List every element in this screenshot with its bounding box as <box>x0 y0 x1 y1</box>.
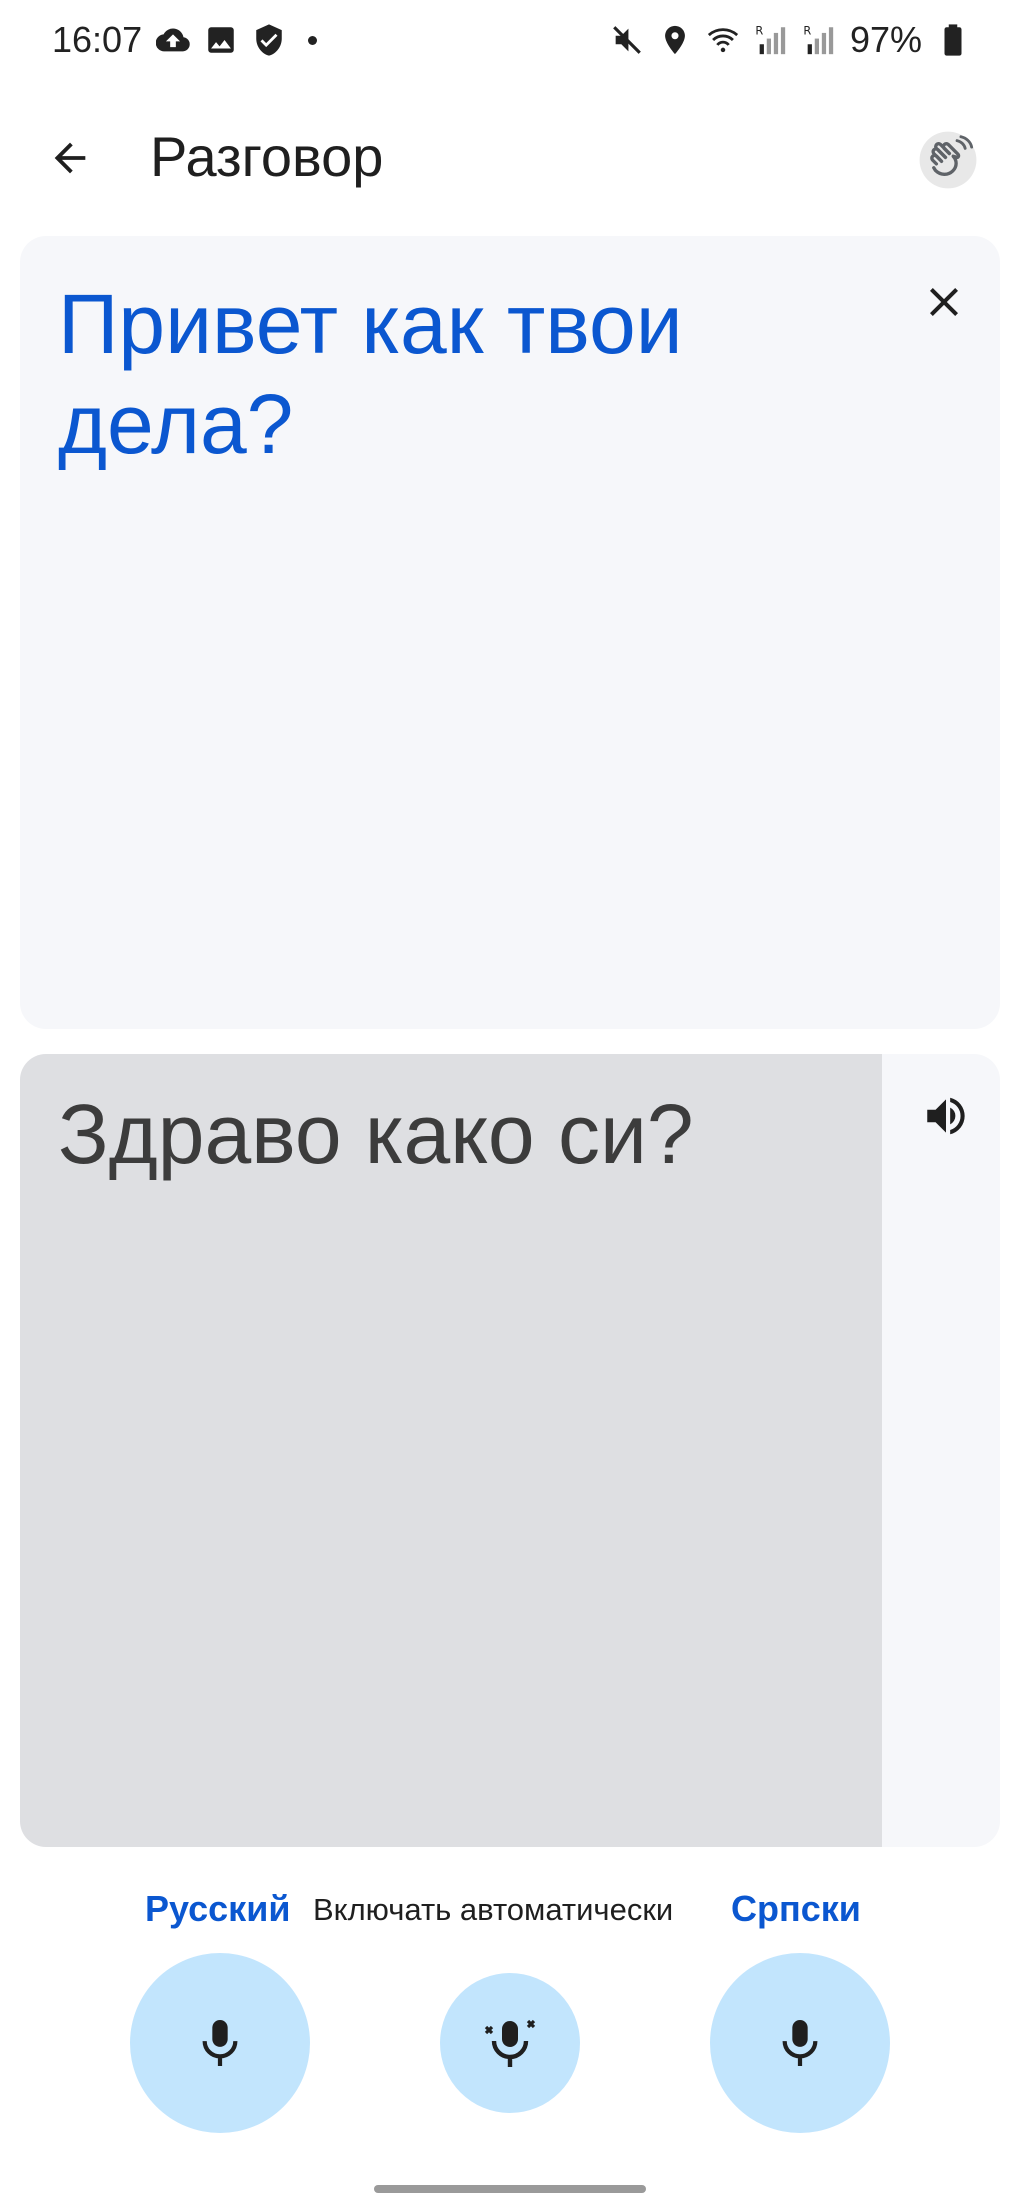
auto-mode-label[interactable]: Включать автоматически <box>313 1892 673 1928</box>
close-icon <box>930 288 958 316</box>
target-card: Здраво како си? <box>20 1054 1000 1847</box>
status-bar: 16:07 R R 97% <box>0 0 1020 80</box>
source-language-label[interactable]: Русский <box>145 1888 290 1930</box>
status-time: 16:07 <box>52 19 143 60</box>
shield-check-icon <box>252 23 286 57</box>
close-button[interactable] <box>914 272 974 332</box>
home-indicator[interactable] <box>374 2185 646 2193</box>
battery-icon <box>936 23 970 57</box>
target-text[interactable]: Здраво како си? <box>58 1084 858 1184</box>
signal-r-icon: R <box>802 23 836 57</box>
svg-text:R: R <box>755 23 763 37</box>
back-button[interactable] <box>40 128 100 188</box>
signal-r-icon: R <box>754 23 788 57</box>
status-right: R R 97% <box>610 19 970 61</box>
mic-icon <box>782 2020 818 2066</box>
battery-percent: 97% <box>849 19 922 60</box>
mic-auto-icon <box>484 2019 536 2067</box>
gallery-icon <box>204 23 238 57</box>
wifi-icon <box>706 23 740 57</box>
source-mic-button[interactable] <box>130 1953 310 2133</box>
volume-icon <box>927 1097 965 1135</box>
language-row: Русский Включать автоматически Српски <box>0 1888 1020 1938</box>
svg-text:R: R <box>803 23 811 37</box>
location-icon <box>658 23 692 57</box>
status-left: 16:07 <box>52 19 318 61</box>
mute-icon <box>610 23 644 57</box>
notification-dot <box>308 35 318 45</box>
waving-hand-icon <box>919 131 977 189</box>
cloud-upload-icon <box>156 23 190 57</box>
arrow-back-icon <box>54 142 86 174</box>
target-mic-button[interactable] <box>710 1953 890 2133</box>
app-bar: Разговор <box>0 100 1020 220</box>
source-text[interactable]: Привет как твои дела? <box>58 274 878 474</box>
page-title: Разговор <box>150 125 384 188</box>
mic-icon <box>202 2020 238 2066</box>
hand-wave-button[interactable] <box>912 124 984 196</box>
source-card: Привет как твои дела? <box>20 236 1000 1029</box>
speaker-button[interactable] <box>914 1084 978 1148</box>
conversation-screen: 16:07 R R 97% Разговор Привет как твои д… <box>0 0 1020 2210</box>
auto-mic-button[interactable] <box>440 1973 580 2113</box>
target-language-label[interactable]: Српски <box>731 1888 861 1930</box>
